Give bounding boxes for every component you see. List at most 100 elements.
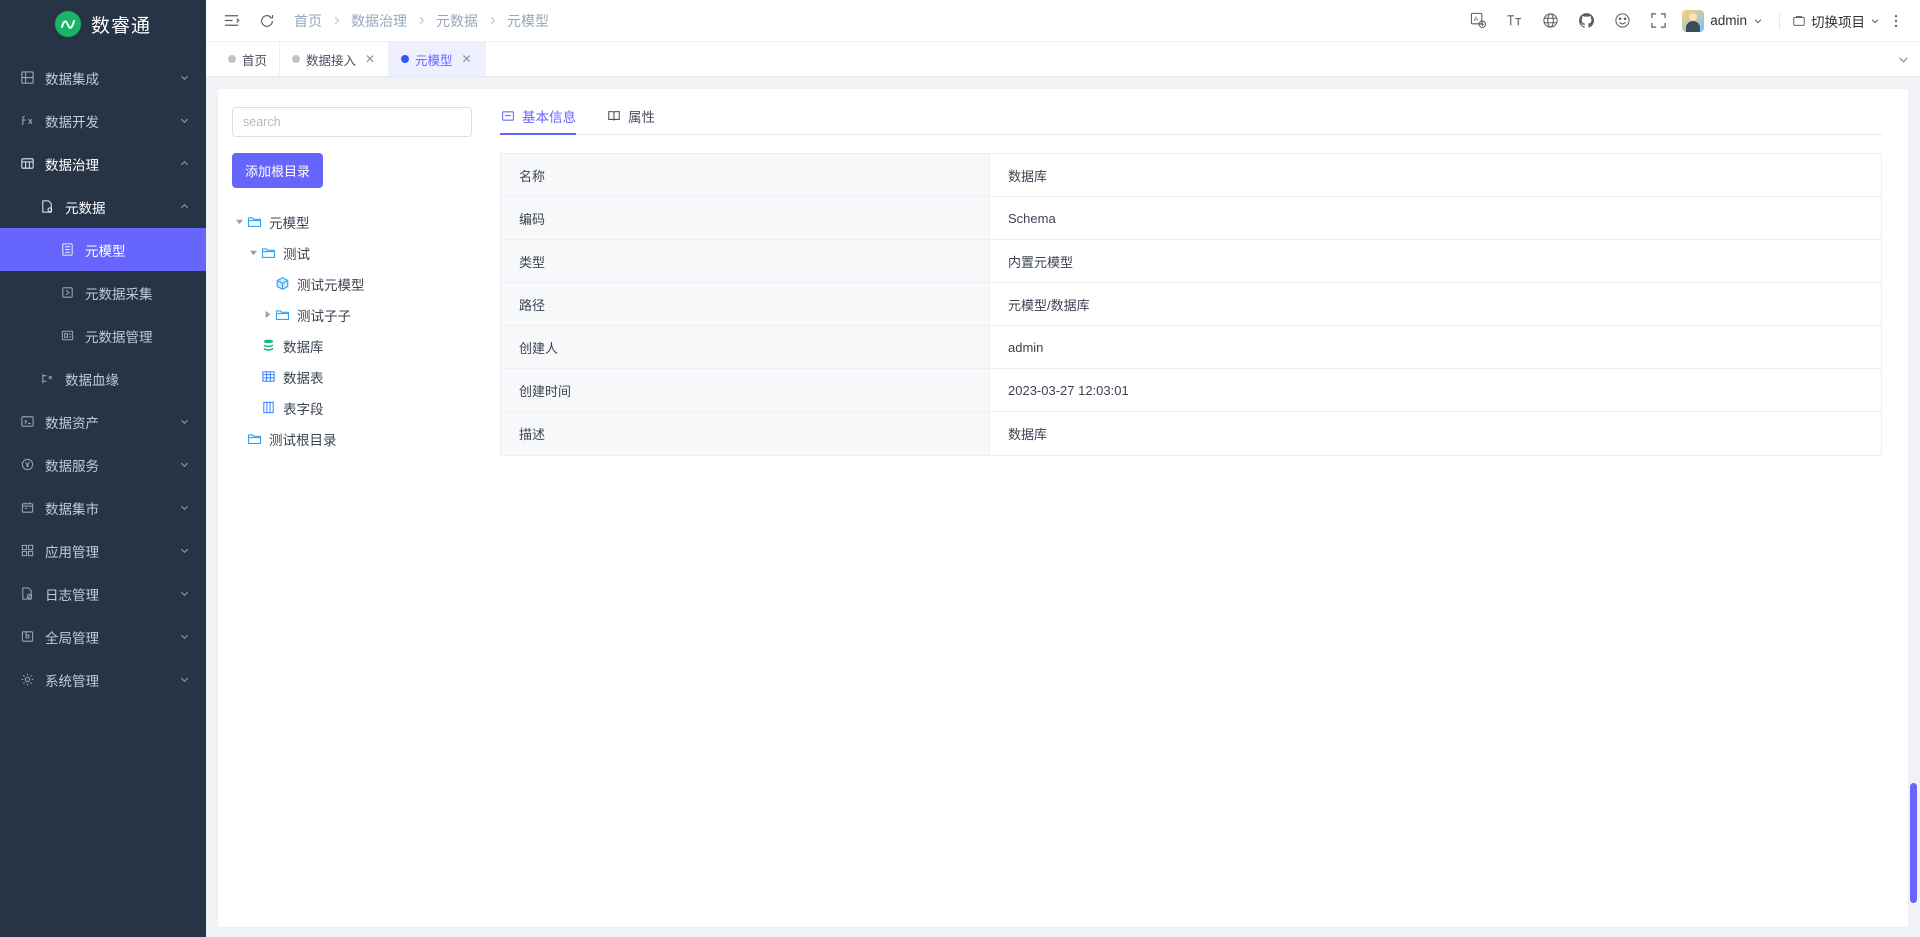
project-switcher[interactable]: 切换项目 <box>1786 11 1886 31</box>
sidebar-item-label: 元数据采集 <box>85 286 153 302</box>
avatar <box>1682 9 1705 32</box>
sidebar-item-log-management[interactable]: 日志管理 <box>0 572 206 615</box>
row-value: admin <box>990 326 1881 368</box>
chevron-down-icon <box>178 459 190 471</box>
tab-metamodel[interactable]: 元模型 ✕ <box>389 42 486 76</box>
breadcrumb-item-home[interactable]: 首页 <box>292 11 324 31</box>
page-scrollbar[interactable] <box>1910 77 1917 937</box>
tab-dot-icon <box>228 55 236 63</box>
sidebar-item-data-assets[interactable]: 数据资产 <box>0 400 206 443</box>
tree-node-test-root[interactable]: 测试根目录 <box>232 423 474 454</box>
tree-node-test-metamodel[interactable]: 测试元模型 <box>232 268 474 299</box>
sidebar-item-metadata[interactable]: 元数据 <box>0 185 206 228</box>
fullscreen-icon[interactable] <box>1640 8 1676 34</box>
globe-icon[interactable] <box>1532 8 1568 34</box>
chevron-down-icon <box>1870 16 1880 26</box>
breadcrumb-item-governance[interactable]: 数据治理 <box>349 11 409 31</box>
sidebar-item-data-lineage[interactable]: 数据血缘 <box>0 357 206 400</box>
svg-text:A: A <box>1473 16 1478 23</box>
chevron-down-icon <box>178 588 190 600</box>
tab-basic-info[interactable]: 基本信息 <box>500 106 576 135</box>
caret-expanded-icon[interactable] <box>246 246 260 260</box>
chevron-up-icon <box>178 201 190 213</box>
sidebar-item-metadata-management[interactable]: 元数据管理 <box>0 314 206 357</box>
tree-node-database[interactable]: 数据库 <box>232 330 474 361</box>
tree-node-test[interactable]: 测试 <box>232 237 474 268</box>
sidebar-item-data-market[interactable]: 数据集市 <box>0 486 206 529</box>
sidebar-item-label: 数据治理 <box>45 157 99 173</box>
add-root-directory-button[interactable]: 添加根目录 <box>232 153 324 188</box>
chevron-up-icon <box>178 158 190 170</box>
lineage-icon <box>38 370 56 388</box>
chevron-right-icon <box>488 16 497 25</box>
search-input[interactable] <box>232 107 472 137</box>
sidebar-item-app-management[interactable]: 应用管理 <box>0 529 206 572</box>
apps-icon <box>18 542 36 560</box>
detail-tabs: 基本信息 属性 <box>500 101 1882 135</box>
sidebar-item-system-management[interactable]: 系统管理 <box>0 658 206 701</box>
sidebar-item-data-development[interactable]: 数据开发 <box>0 99 206 142</box>
table-row: 类型 内置元模型 <box>501 240 1881 283</box>
main-area: 首页 数据治理 元数据 元模型 A admin 切换项目 首页 数据接入 ✕ 元… <box>206 0 1920 937</box>
close-icon[interactable]: ✕ <box>364 52 376 66</box>
emoji-icon[interactable] <box>1604 8 1640 34</box>
row-value: 2023-03-27 12:03:01 <box>990 369 1881 411</box>
sidebar-item-global-management[interactable]: 全局管理 <box>0 615 206 658</box>
grid-box-icon <box>18 69 36 87</box>
tab-attributes[interactable]: 属性 <box>606 106 655 134</box>
chevron-down-icon <box>178 72 190 84</box>
chevron-down-icon <box>178 545 190 557</box>
app-logo[interactable]: 数睿通 <box>0 0 206 42</box>
sidebar-item-label: 数据集市 <box>45 501 99 517</box>
table-row: 名称 数据库 <box>501 154 1881 197</box>
database-icon <box>260 337 277 354</box>
row-label: 创建时间 <box>501 369 990 411</box>
chevron-down-icon <box>178 115 190 127</box>
sidebar-item-metadata-collection[interactable]: 元数据采集 <box>0 271 206 314</box>
tree-node-test-child[interactable]: 测试子子 <box>232 299 474 330</box>
service-icon <box>18 456 36 474</box>
sidebar-item-label: 应用管理 <box>45 544 99 560</box>
github-icon[interactable] <box>1568 8 1604 34</box>
sidebar-item-label: 数据服务 <box>45 458 99 474</box>
user-menu[interactable]: admin <box>1676 9 1773 32</box>
tree-node-label: 测试根目录 <box>269 432 337 448</box>
log-icon <box>18 585 36 603</box>
caret-collapsed-icon[interactable] <box>260 308 274 322</box>
sidebar-item-data-governance[interactable]: 数据治理 <box>0 142 206 185</box>
font-size-icon[interactable] <box>1496 8 1532 34</box>
row-label: 路径 <box>501 283 990 325</box>
folder-icon <box>246 213 263 230</box>
tree-panel: 添加根目录 元 <box>218 89 488 927</box>
tab-home[interactable]: 首页 <box>216 42 281 76</box>
top-header: 首页 数据治理 元数据 元模型 A admin 切换项目 <box>206 0 1920 42</box>
refresh-icon[interactable] <box>254 8 280 34</box>
scrollbar-thumb[interactable] <box>1910 783 1917 903</box>
header-actions: A admin 切换项目 <box>1460 8 1906 34</box>
table-row: 编码 Schema <box>501 197 1881 240</box>
more-vertical-icon[interactable] <box>1886 8 1906 34</box>
row-value: 内置元模型 <box>990 240 1881 282</box>
caret-expanded-icon[interactable] <box>232 215 246 229</box>
market-icon <box>18 499 36 517</box>
sidebar-item-data-service[interactable]: 数据服务 <box>0 443 206 486</box>
table-row: 创建时间 2023-03-27 12:03:01 <box>501 369 1881 412</box>
tree-node-datatable[interactable]: 数据表 <box>232 361 474 392</box>
row-value: 数据库 <box>990 412 1881 455</box>
sidebar-item-data-integration[interactable]: 数据集成 <box>0 56 206 99</box>
gear-icon <box>18 671 36 689</box>
chevron-down-icon <box>178 502 190 514</box>
menu-fold-icon[interactable] <box>218 8 244 34</box>
asset-icon <box>18 413 36 431</box>
translate-icon[interactable]: A <box>1460 8 1496 34</box>
tab-data-ingest[interactable]: 数据接入 ✕ <box>280 42 390 76</box>
chevron-down-icon <box>1899 56 1908 63</box>
sidebar-item-metamodel[interactable]: 元模型 <box>0 228 206 271</box>
tree-node-table-field[interactable]: 表字段 <box>232 392 474 423</box>
tabbar-collapse-button[interactable] <box>1897 42 1910 76</box>
breadcrumb-item-metadata[interactable]: 元数据 <box>434 11 480 31</box>
tree-node-metamodel[interactable]: 元模型 <box>232 206 474 237</box>
close-icon[interactable]: ✕ <box>461 52 473 66</box>
tree-node-label: 数据表 <box>283 370 324 386</box>
fx-icon <box>18 112 36 130</box>
